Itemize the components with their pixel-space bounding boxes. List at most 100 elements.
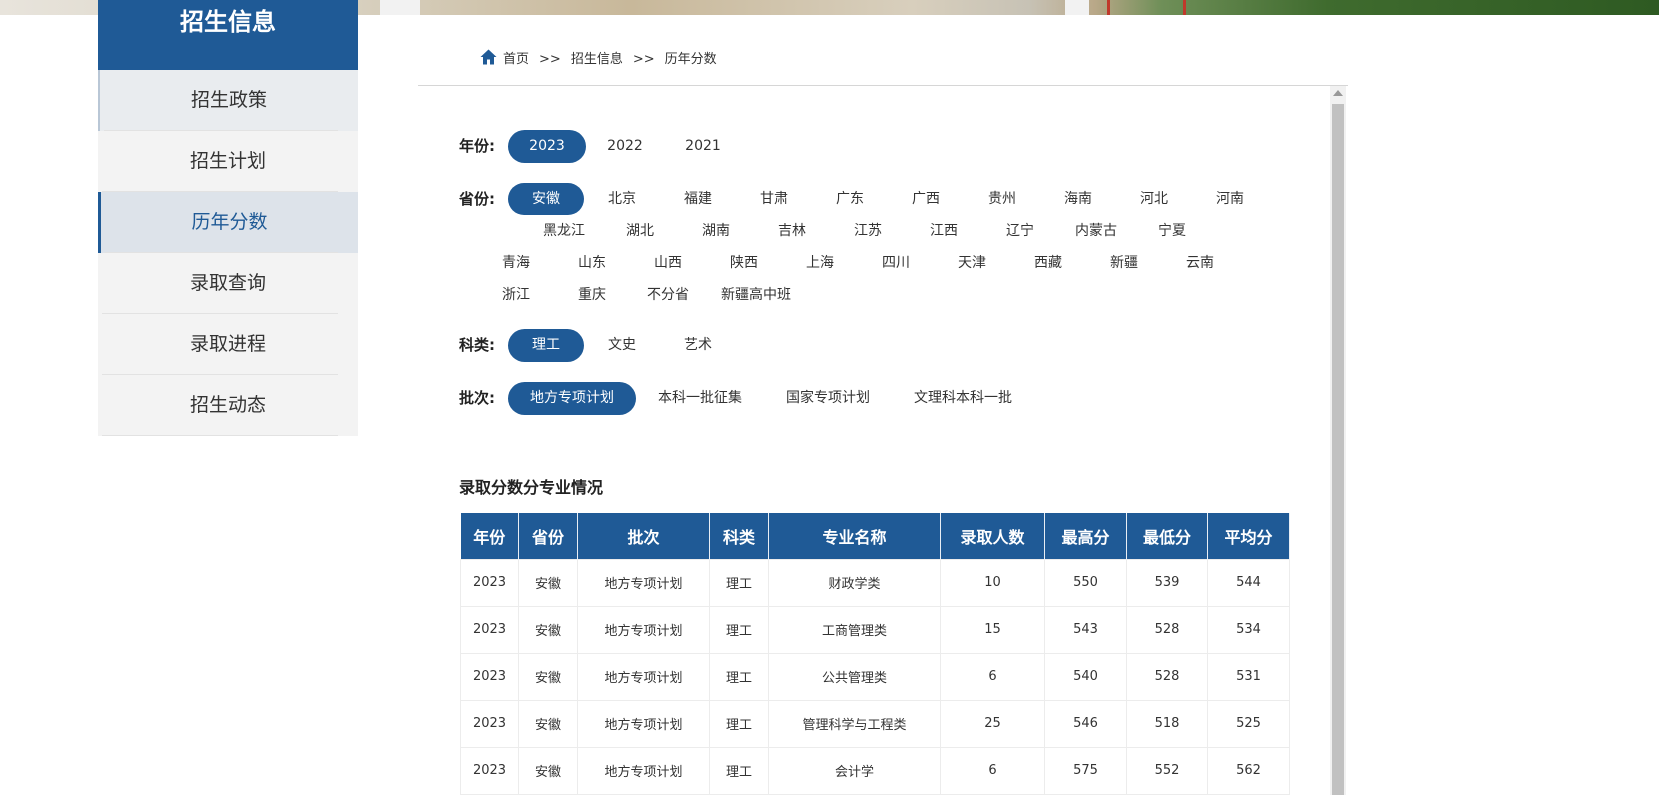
scrollbar-thumb[interactable]	[1332, 104, 1344, 795]
province-option[interactable]: 广西	[888, 183, 964, 215]
table-header-row: 年份 省份 批次 科类 专业名称 录取人数 最高分 最低分 平均分	[460, 513, 1290, 559]
table-cell: 理工	[709, 558, 769, 607]
province-option[interactable]: 甘肃	[736, 183, 812, 215]
province-option[interactable]: 吉林	[754, 215, 830, 247]
sidebar: 招生信息 招生政策 招生计划 历年分数 录取查询 录取进程 招生动态	[98, 0, 358, 436]
table-cell: 2023	[460, 652, 519, 701]
province-option[interactable]: 西藏	[1010, 247, 1086, 279]
province-option[interactable]: 上海	[782, 247, 858, 279]
sidebar-item-historical-scores[interactable]: 历年分数	[98, 192, 358, 253]
scroll-up-icon[interactable]	[1333, 90, 1343, 96]
category-option[interactable]: 文史	[584, 329, 660, 362]
table-cell: 2023	[460, 558, 519, 607]
province-option[interactable]: 黑龙江	[526, 215, 602, 247]
sidebar-title: 招生信息	[98, 0, 358, 70]
province-option[interactable]: 辽宁	[982, 215, 1058, 247]
table-cell: 公共管理类	[768, 652, 941, 701]
batch-option[interactable]: 国家专项计划	[764, 382, 892, 415]
category-option[interactable]: 艺术	[660, 329, 736, 362]
table-title: 录取分数分专业情况	[459, 478, 604, 497]
province-option[interactable]: 广东	[812, 183, 888, 215]
table-cell: 544	[1207, 558, 1290, 607]
table-cell: 管理科学与工程类	[768, 699, 941, 748]
table-row: 2023 安徽 地方专项计划 理工 工商管理类 15 543 528 534	[460, 605, 1290, 654]
year-filter-label: 年份:	[459, 137, 495, 155]
content-scrollbar[interactable]	[1330, 86, 1346, 795]
table-cell: 539	[1126, 558, 1208, 607]
table-cell: 562	[1207, 746, 1290, 795]
table-cell: 552	[1126, 746, 1208, 795]
score-table: 年份 省份 批次 科类 专业名称 录取人数 最高分 最低分 平均分 2023 安徽…	[460, 513, 1290, 795]
sidebar-item-admission-progress[interactable]: 录取进程	[98, 314, 358, 375]
sidebar-item-admission-news[interactable]: 招生动态	[98, 375, 358, 436]
category-filter-label: 科类:	[459, 336, 495, 354]
province-option[interactable]: 重庆	[554, 279, 630, 311]
province-option[interactable]: 山西	[630, 247, 706, 279]
category-option[interactable]: 理工	[508, 329, 584, 362]
province-option[interactable]: 内蒙古	[1058, 215, 1134, 247]
breadcrumb-current: 历年分数	[664, 52, 717, 67]
table-cell: 534	[1207, 605, 1290, 654]
column-header: 最高分	[1044, 513, 1127, 559]
province-option[interactable]: 新疆	[1086, 247, 1162, 279]
table-cell: 25	[940, 699, 1045, 748]
column-header: 平均分	[1207, 513, 1290, 559]
province-option[interactable]: 宁夏	[1134, 215, 1210, 247]
table-cell: 地方专项计划	[577, 605, 710, 654]
breadcrumb-admission-info[interactable]: 招生信息	[571, 52, 623, 67]
table-cell: 15	[940, 605, 1045, 654]
batch-option[interactable]: 本科一批征集	[636, 382, 764, 415]
province-option[interactable]: 浙江	[478, 279, 554, 311]
province-option[interactable]: 陕西	[706, 247, 782, 279]
province-option[interactable]: 天津	[934, 247, 1010, 279]
table-cell: 540	[1044, 652, 1127, 701]
table-cell: 地方专项计划	[577, 652, 710, 701]
column-header: 年份	[460, 513, 519, 559]
province-option[interactable]: 不分省	[630, 279, 706, 311]
year-option[interactable]: 2022	[586, 130, 664, 163]
year-option[interactable]: 2023	[508, 130, 586, 163]
province-option[interactable]: 青海	[478, 247, 554, 279]
table-cell: 6	[940, 652, 1045, 701]
province-option[interactable]: 河北	[1116, 183, 1192, 215]
province-option[interactable]: 海南	[1040, 183, 1116, 215]
province-option[interactable]: 湖南	[678, 215, 754, 247]
table-cell: 518	[1126, 699, 1208, 748]
province-option[interactable]: 福建	[660, 183, 736, 215]
year-option[interactable]: 2021	[664, 130, 742, 163]
breadcrumb-home[interactable]: 首页	[503, 52, 529, 67]
sidebar-item-admission-plan[interactable]: 招生计划	[98, 131, 358, 192]
breadcrumb: 首页 >> 招生信息 >> 历年分数	[418, 44, 1348, 86]
batch-filter-label: 批次:	[459, 389, 495, 407]
table-cell: 安徽	[518, 746, 578, 795]
column-header: 最低分	[1126, 513, 1208, 559]
batch-options: 地方专项计划 本科一批征集 国家专项计划 文理科本科一批	[508, 382, 1299, 415]
province-option[interactable]: 安徽	[508, 183, 584, 215]
province-option[interactable]: 新疆高中班	[706, 279, 806, 311]
province-option[interactable]: 河南	[1192, 183, 1268, 215]
province-option[interactable]: 江西	[906, 215, 982, 247]
table-row: 2023 安徽 地方专项计划 理工 财政学类 10 550 539 544	[460, 558, 1290, 607]
breadcrumb-separator: >>	[632, 52, 655, 67]
batch-filter-row: 批次: 地方专项计划 本科一批征集 国家专项计划 文理科本科一批	[459, 382, 1299, 415]
table-cell: 525	[1207, 699, 1290, 748]
table-cell: 理工	[709, 652, 769, 701]
batch-option[interactable]: 文理科本科一批	[892, 382, 1034, 415]
table-cell: 地方专项计划	[577, 699, 710, 748]
province-option[interactable]: 贵州	[964, 183, 1040, 215]
breadcrumb-separator: >>	[539, 52, 561, 67]
province-option[interactable]: 北京	[584, 183, 660, 215]
table-cell: 安徽	[518, 558, 578, 607]
province-option[interactable]: 四川	[858, 247, 934, 279]
year-filter-row: 年份: 2023 2022 2021	[459, 130, 1299, 163]
sidebar-item-admission-query[interactable]: 录取查询	[98, 253, 358, 314]
province-option[interactable]: 湖北	[602, 215, 678, 247]
province-option[interactable]: 山东	[554, 247, 630, 279]
province-option[interactable]: 江苏	[830, 215, 906, 247]
table-cell: 安徽	[518, 652, 578, 701]
batch-option[interactable]: 地方专项计划	[508, 382, 636, 415]
home-icon[interactable]	[480, 49, 497, 65]
sidebar-item-admission-policy[interactable]: 招生政策	[98, 70, 358, 131]
table-row: 2023 安徽 地方专项计划 理工 会计学 6 575 552 562	[460, 746, 1290, 795]
province-option[interactable]: 云南	[1162, 247, 1238, 279]
